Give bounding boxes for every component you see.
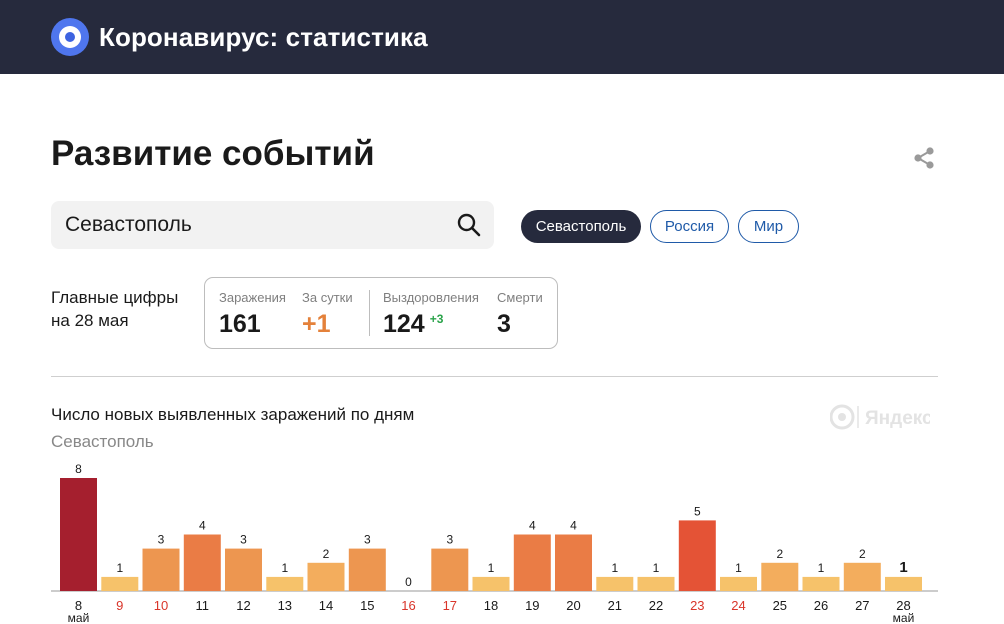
stat-recovered-value: 124 [383, 310, 425, 338]
bar-15[interactable] [348, 548, 386, 591]
x-tick-label: 10 [154, 598, 168, 613]
bar-27[interactable] [843, 562, 881, 592]
bar-26[interactable] [802, 576, 840, 591]
bar-value-label: 1 [735, 561, 742, 575]
yandex-watermark: Яндекс [830, 404, 930, 430]
app-title: Коронавирус: статистика [99, 22, 428, 52]
bar-value-label: 0 [405, 575, 412, 589]
bar-20[interactable] [555, 534, 592, 592]
stat-per-day: За сутки +1 [302, 290, 353, 339]
bar-13[interactable] [266, 576, 304, 591]
x-tick-label: 12 [236, 598, 250, 613]
stat-recovered-label: Выздоровления [383, 290, 479, 305]
bar-17[interactable] [431, 548, 469, 591]
bar-value-label: 2 [859, 547, 866, 561]
search-icon[interactable] [456, 212, 482, 238]
share-icon[interactable] [912, 146, 936, 170]
x-tick-label: 13 [278, 598, 292, 613]
chart-subtitle: Севастополь [51, 432, 154, 451]
x-tick-label: 25 [773, 598, 787, 613]
bar-19[interactable] [513, 534, 551, 592]
search-input[interactable] [65, 211, 445, 239]
search-box [51, 201, 494, 249]
bar-value-label: 1 [818, 561, 825, 575]
x-tick-label: 15 [360, 598, 374, 613]
bar-value-label: 3 [158, 533, 165, 547]
bar-chart: 88май19310411312113214315016317118419420… [51, 462, 938, 624]
tab-sevastopol[interactable]: Севастополь [521, 210, 641, 243]
chart-title: Число новых выявленных заражений по дням [51, 405, 415, 424]
stat-recovered: Выздоровления 124 +3 [383, 290, 479, 339]
yandex-logo-icon[interactable] [51, 18, 89, 56]
stats-card: Заражения 161 За сутки +1 Выздоровления … [204, 277, 558, 349]
bar-value-label: 1 [281, 561, 288, 575]
tab-russia[interactable]: Россия [650, 210, 729, 243]
bar-value-label: 1 [116, 561, 123, 575]
page-title: Развитие событий [51, 134, 375, 173]
stat-recovered-row: 124 +3 [383, 310, 479, 339]
bar-28[interactable] [885, 576, 922, 591]
x-tick-label: 24 [731, 598, 745, 613]
bar-value-label: 1 [488, 561, 495, 575]
bar-24[interactable] [720, 576, 757, 591]
x-tick-label: 14 [319, 598, 333, 613]
x-tick-label: 22 [649, 598, 663, 613]
stat-per-day-value: +1 [302, 310, 331, 338]
x-tick-label: 21 [608, 598, 622, 613]
x-tick-label: 27 [855, 598, 869, 613]
bar-value-label: 4 [570, 519, 577, 533]
main-figures-label: Главные цифры на 28 мая [51, 286, 201, 332]
bar-18[interactable] [472, 576, 510, 591]
bar-value-label: 1 [611, 561, 618, 575]
bar-value-label: 1 [653, 561, 660, 575]
stats-divider [369, 290, 370, 336]
bar-21[interactable] [596, 576, 634, 591]
bar-25[interactable] [761, 562, 799, 592]
bar-value-label: 3 [364, 533, 371, 547]
x-tick-label: 20 [566, 598, 580, 613]
bar-value-label: 4 [529, 519, 536, 533]
x-tick-label: 18 [484, 598, 498, 613]
stat-deaths-label: Смерти [497, 290, 543, 305]
x-tick-label: 11 [196, 598, 210, 613]
bar-value-label: 3 [240, 533, 247, 547]
bar-value-label: 5 [694, 504, 701, 518]
bar-value-label: 2 [323, 547, 330, 561]
stat-recovered-delta: +3 [429, 312, 444, 326]
section-divider [51, 376, 938, 377]
bar-10[interactable] [142, 548, 180, 591]
stat-infections-label: Заражения [219, 290, 286, 305]
bar-22[interactable] [637, 576, 675, 591]
x-tick-label: 19 [525, 598, 539, 613]
bar-value-label: 2 [776, 547, 783, 561]
watermark-text: Яндекс [865, 408, 930, 429]
bar-value-label: 8 [75, 462, 82, 476]
x-tick-label: 17 [443, 598, 457, 613]
bar-11[interactable] [183, 534, 221, 592]
bar-value-label: 1 [899, 559, 907, 576]
stat-infections: Заражения 161 [219, 290, 286, 339]
bar-14[interactable] [307, 562, 345, 592]
x-tick-label: 26 [814, 598, 828, 613]
app-header: Коронавирус: статистика [0, 0, 1004, 74]
stat-infections-value: 161 [219, 310, 261, 338]
bar-9[interactable] [101, 576, 139, 591]
main-figures-title: Главные цифры [51, 288, 179, 307]
x-tick-label: 16 [401, 598, 415, 613]
bar-value-label: 4 [199, 519, 206, 533]
x-month-label: май [893, 611, 915, 624]
bar-12[interactable] [225, 548, 262, 591]
bar-value-label: 3 [446, 533, 453, 547]
x-tick-label: 9 [116, 598, 123, 613]
bar-23[interactable] [678, 520, 716, 591]
tab-world[interactable]: Мир [738, 210, 799, 243]
bar-8[interactable] [60, 478, 97, 591]
stat-deaths-value: 3 [497, 310, 511, 338]
x-month-label: май [68, 611, 90, 624]
stat-deaths: Смерти 3 [497, 290, 543, 339]
x-tick-label: 23 [690, 598, 704, 613]
main-figures-date: на 28 мая [51, 311, 129, 330]
stat-per-day-label: За сутки [302, 290, 353, 305]
